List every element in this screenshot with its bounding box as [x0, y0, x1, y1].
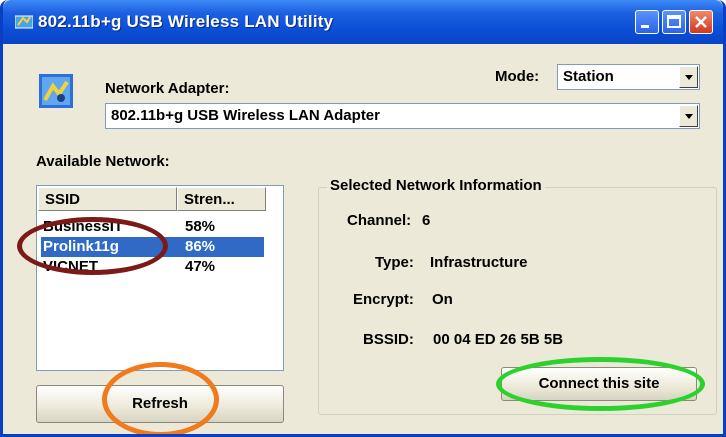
network-strength: 58%	[185, 218, 216, 235]
network-row[interactable]: BusinessIT 58%	[41, 217, 264, 237]
bssid-label: BSSID:	[363, 331, 414, 348]
list-header: SSID Stren...	[38, 187, 266, 211]
available-network-label: Available Network:	[36, 153, 170, 170]
network-ssid: VICNET	[43, 258, 99, 275]
close-button[interactable]	[689, 10, 713, 34]
available-network-list[interactable]: SSID Stren... BusinessIT 58% Prolink11g …	[36, 185, 284, 371]
app-window: 802.11b+g USB Wireless LAN Utility Netwo…	[0, 0, 726, 437]
network-adapter-label: Network Adapter:	[105, 80, 230, 97]
network-strength: 86%	[185, 238, 216, 255]
encrypt-value: On	[432, 291, 453, 308]
wireless-app-icon	[14, 13, 34, 29]
refresh-button[interactable]: Refresh	[36, 385, 284, 423]
minimize-button[interactable]	[635, 10, 659, 34]
network-ssid: Prolink11g	[43, 238, 119, 255]
mode-select-value: Station	[563, 68, 614, 85]
type-label: Type:	[375, 254, 414, 271]
encrypt-label: Encrypt:	[353, 291, 414, 308]
network-adapter-icon	[39, 74, 73, 108]
chevron-down-icon[interactable]	[679, 66, 698, 88]
network-row[interactable]: VICNET 47%	[41, 257, 264, 277]
selected-network-info-title: Selected Network Information	[327, 177, 545, 194]
chevron-down-icon[interactable]	[679, 105, 698, 127]
connect-this-site-button[interactable]: Connect this site	[501, 367, 697, 401]
window-title: 802.11b+g USB Wireless LAN Utility	[38, 12, 334, 31]
channel-value: 6	[422, 212, 431, 229]
mode-select[interactable]: Station	[557, 64, 700, 90]
network-strength: 47%	[185, 258, 216, 275]
column-strength[interactable]: Stren...	[177, 187, 266, 211]
type-value: Infrastructure	[430, 254, 528, 271]
network-ssid: BusinessIT	[43, 218, 124, 235]
network-adapter-select[interactable]: 802.11b+g USB Wireless LAN Adapter	[105, 103, 700, 129]
mode-label: Mode:	[495, 68, 540, 85]
network-row-selected[interactable]: Prolink11g 86%	[41, 237, 264, 257]
channel-label: Channel:	[347, 212, 412, 229]
title-bar[interactable]: 802.11b+g USB Wireless LAN Utility	[3, 0, 723, 44]
network-adapter-select-value: 802.11b+g USB Wireless LAN Adapter	[111, 107, 380, 124]
maximize-button[interactable]	[662, 10, 686, 34]
column-ssid[interactable]: SSID	[38, 187, 177, 211]
bssid-value: 00 04 ED 26 5B 5B	[433, 331, 564, 348]
